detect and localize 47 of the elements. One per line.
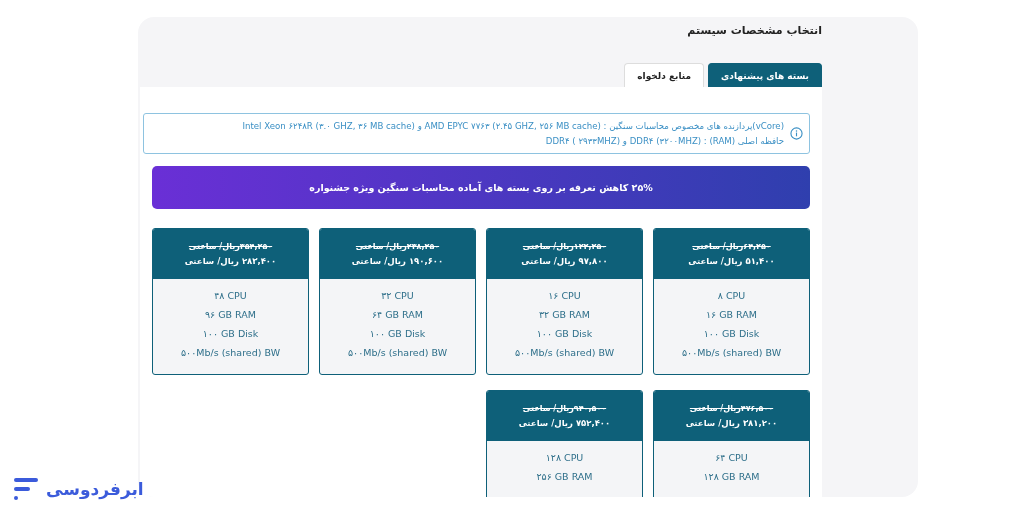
spec-text: ۶۴ CPU <box>715 451 748 465</box>
spec-text: ۵۰۰Mb/s (shared) BW <box>347 346 448 360</box>
package-card[interactable]: ۳۵۴,۲۵۰ریال/ ساعتی ۲۸۳,۴۰۰ ریال/ ساعتی ۴۸ CPU ۹۶ GB RAM ۱۰۰ GB Disk ۵۰۰Mb/s (shared) BW <box>152 228 309 375</box>
package-card[interactable]: ۹۴۰,۵۰۰ریال/ ساعتی ۷۵۲,۴۰۰ ریال/ ساعتی ۱۲۸ CPU ۲۵۶ GB RAM <box>486 390 643 497</box>
spec-text: ۹۶ GB RAM <box>204 308 256 322</box>
spec-text: ۱۶ GB RAM <box>705 308 757 322</box>
tab[interactable]: منابع دلخواه <box>624 63 705 87</box>
spec-text: ۵۰۰Mb/s (shared) BW <box>514 346 615 360</box>
spec-text: ۲۵۶ GB RAM <box>536 470 593 484</box>
tab[interactable]: بسته های پیشنهادی <box>708 63 822 87</box>
price: ۷۵۲,۴۰۰ ریال/ ساعتی <box>518 418 611 428</box>
spec-text: ۱۲۸ GB RAM <box>703 470 760 484</box>
promo-text: ۲۵% کاهش تعرفه بر روی بسته های آماده محاسبات سنگین ویژه جشنواره <box>309 182 653 193</box>
price: ۵۱,۴۰۰ ریال/ ساعتی <box>688 256 775 266</box>
spec-text: ۶۴ GB RAM <box>371 308 423 322</box>
package-card[interactable]: ۶۴,۲۵۰ریال/ ساعتی ۵۱,۴۰۰ ریال/ ساعتی ۸ CPU ۱۶ GB RAM ۱۰۰ GB Disk ۵۰۰Mb/s (shared) BW <box>653 228 810 375</box>
spec-text: ۵۰۰Mb/s (shared) BW <box>681 346 782 360</box>
spec-text: ۱۰۰ GB Disk <box>369 327 426 341</box>
price: ۹۷,۸۰۰ ریال/ ساعتی <box>521 256 608 266</box>
spec-text: ۸ CPU <box>717 289 746 303</box>
logo-text: ابرفردوسی <box>46 479 144 499</box>
spec-text: ۱۰۰ GB Disk <box>536 327 593 341</box>
spec-text: ۱۰۰ GB Disk <box>703 327 760 341</box>
info-text: (vCore)پردازنده های مخصوص محاسبات سنگین : (AMD EPYC ۷۷۶۳ (۲.۴۵ GHZ, ۲۵۶ MB cache و (Intel Xeon ۶۲۴۸R (۳.۰ GHZ, ۳۶ MB cache <box>242 119 784 133</box>
package-card[interactable]: ۴۷۶,۵۰۰ریال/ ساعتی ۳۸۱,۲۰۰ ریال/ ساعتی ۶۴ CPU ۱۲۸ GB RAM <box>653 390 810 497</box>
price: ۳۸۱,۲۰۰ ریال/ ساعتی <box>685 418 778 428</box>
spec-text: ۴۸ CPU <box>214 289 247 303</box>
price: ۲۸۳,۴۰۰ ریال/ ساعتی <box>184 256 277 266</box>
spec-text: ۳۲ CPU <box>381 289 414 303</box>
page-title: انتخاب مشخصات سیستم <box>686 23 822 39</box>
price: ۱۹۰,۶۰۰ ریال/ ساعتی <box>351 256 444 266</box>
spec-text: ۱۲۸ CPU <box>545 451 584 465</box>
old-price: ۹۴۰,۵۰۰ریال/ ساعتی <box>522 404 607 413</box>
info-icon <box>790 127 803 140</box>
spec-text: ۱۶ CPU <box>548 289 581 303</box>
logo-icon <box>12 476 40 502</box>
old-price: ۱۲۲,۲۵۰ریال/ ساعتی <box>522 242 607 251</box>
old-price: ۶۴,۲۵۰ریال/ ساعتی <box>692 242 771 251</box>
package-card[interactable]: ۲۳۸,۲۵۰ریال/ ساعتی ۱۹۰,۶۰۰ ریال/ ساعتی ۳۲ CPU ۶۴ GB RAM ۱۰۰ GB Disk ۵۰۰Mb/s (shared) BW <box>319 228 476 375</box>
spec-text: ۳۲ GB RAM <box>538 308 590 322</box>
package-card[interactable]: ۱۲۲,۲۵۰ریال/ ساعتی ۹۷,۸۰۰ ریال/ ساعتی ۱۶ CPU ۳۲ GB RAM ۱۰۰ GB Disk ۵۰۰Mb/s (shared) BW <box>486 228 643 375</box>
info-text: حافظه اصلی (RAM) : (DDR۴ (۳۲۰۰MHZ و (DDR۴ ( ۲۹۳۳MHZ <box>544 134 784 148</box>
spec-text: ۱۰۰ GB Disk <box>202 327 259 341</box>
old-price: ۴۷۶,۵۰۰ریال/ ساعتی <box>689 404 774 413</box>
spec-text: ۵۰۰Mb/s (shared) BW <box>180 346 281 360</box>
old-price: ۲۳۸,۲۵۰ریال/ ساعتی <box>355 242 440 251</box>
old-price: ۳۵۴,۲۵۰ریال/ ساعتی <box>188 242 273 251</box>
